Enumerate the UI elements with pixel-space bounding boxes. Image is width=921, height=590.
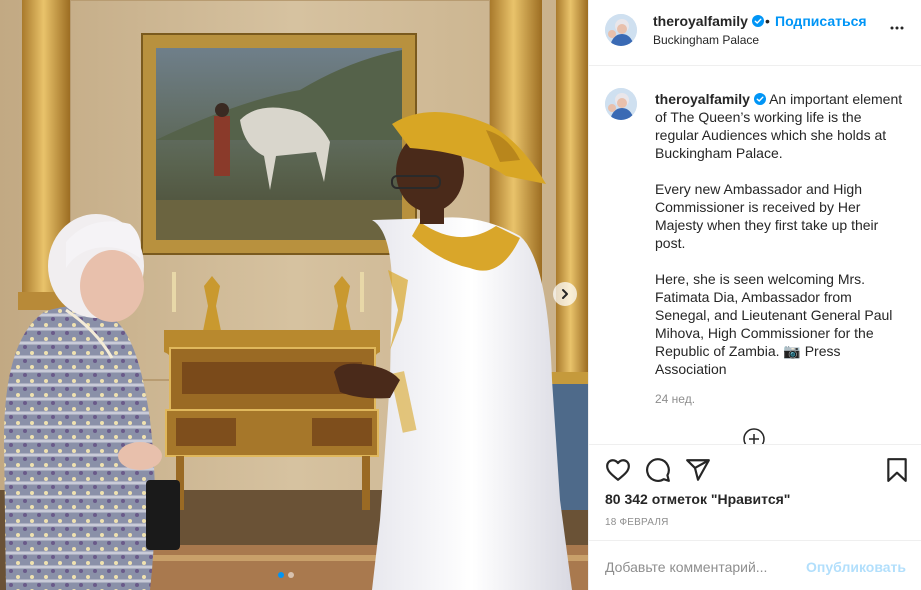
avatar[interactable]: [605, 14, 637, 46]
verified-badge-icon: [751, 15, 764, 27]
comments-section: theroyalfamily An important element of T…: [589, 66, 921, 444]
bookmark-icon[interactable]: [884, 457, 910, 483]
heart-icon[interactable]: [605, 457, 631, 483]
caption-time-ago: 24 нед.: [655, 392, 696, 406]
carousel-dot-active: [278, 572, 284, 578]
caption-paragraph-3: Here, she is seen welcoming Mrs. Fatimat…: [655, 271, 893, 377]
carousel-indicator: [278, 572, 294, 578]
profile-picture: [605, 88, 637, 120]
post-date[interactable]: 18 ФЕВРАЛЯ: [605, 517, 669, 528]
carousel-dot: [288, 572, 294, 578]
caption-paragraph-2: Every new Ambassador and High Commission…: [655, 181, 879, 251]
post-header: theroyalfamily • Подписаться Buckingham …: [589, 0, 921, 66]
verified-badge-icon: [753, 93, 766, 105]
post-photo[interactable]: [0, 0, 588, 590]
caption-paragraph-1: theroyalfamily An important element of T…: [655, 90, 903, 162]
avatar[interactable]: [605, 88, 637, 120]
paper-plane-icon[interactable]: [685, 457, 711, 483]
location-link[interactable]: Buckingham Palace: [653, 33, 759, 47]
publish-comment-button[interactable]: Опубликовать: [806, 559, 906, 575]
carousel-next-button[interactable]: [553, 282, 577, 306]
comment-input[interactable]: [605, 556, 805, 578]
audience-photo: [0, 0, 588, 590]
header-separator: •: [765, 13, 770, 29]
username-text[interactable]: theroyalfamily: [653, 13, 748, 29]
plus-circle-icon[interactable]: [743, 428, 765, 444]
header-username[interactable]: theroyalfamily: [653, 13, 764, 29]
chevron-right-icon: [562, 289, 568, 299]
add-comment-bar: Опубликовать: [589, 540, 921, 590]
profile-picture: [605, 14, 637, 46]
comment-icon[interactable]: [645, 457, 671, 483]
post-side-panel: theroyalfamily • Подписаться Buckingham …: [588, 0, 921, 590]
likes-count[interactable]: 80 342 отметок "Нравится": [605, 491, 790, 507]
follow-button[interactable]: Подписаться: [775, 13, 867, 29]
post-caption: theroyalfamily An important element of T…: [655, 90, 903, 378]
caption-username[interactable]: theroyalfamily: [655, 91, 750, 107]
more-options-icon[interactable]: [889, 20, 905, 36]
post-actions: 80 342 отметок "Нравится" 18 ФЕВРАЛЯ: [589, 444, 921, 540]
